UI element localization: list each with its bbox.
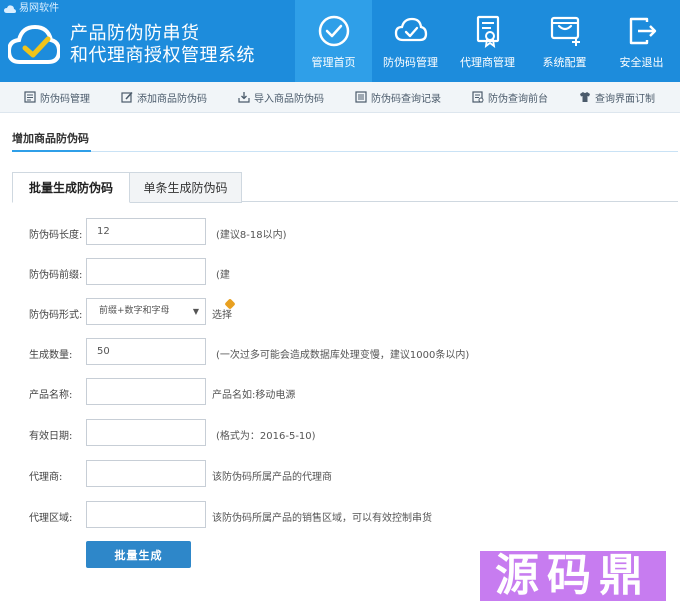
- code-length-label: 防伪码长度:: [29, 230, 83, 241]
- subnav-query-records[interactable]: 防伪码查询记录: [355, 90, 441, 105]
- subnav-ui-customize-label: 查询界面订制: [595, 93, 655, 105]
- tab-bar: 批量生成防伪码 单条生成防伪码: [12, 172, 678, 203]
- nav-logout-label: 安全退出: [619, 56, 664, 69]
- agent-hint: 该防伪码所属产品的代理商: [212, 472, 332, 483]
- subnav-ui-customize[interactable]: 查询界面订制: [579, 90, 655, 105]
- nav-agent-management-label: 代理商管理: [460, 56, 515, 69]
- prefix-input[interactable]: [86, 258, 206, 285]
- main-nav: 管理首页 防伪码管理 代理商管理 系统配置 安全退出: [295, 0, 680, 82]
- frontend-icon: [472, 91, 484, 103]
- region-hint: 该防伪码所属产品的销售区域，可以有效控制串货: [212, 513, 432, 524]
- subnav-add-code-label: 添加商品防伪码: [137, 93, 207, 105]
- subnav-query-frontend-label: 防伪查询前台: [488, 93, 548, 105]
- expiry-date-input[interactable]: [86, 419, 206, 446]
- format-select[interactable]: 前缀+数字和字母 ▼: [86, 298, 206, 325]
- corner-logo: 易网软件: [4, 2, 59, 16]
- nav-logout[interactable]: 安全退出: [603, 0, 680, 82]
- subnav-query-records-label: 防伪码查询记录: [371, 93, 441, 105]
- cloud-icon: [4, 4, 16, 13]
- nav-code-management-label: 防伪码管理: [383, 56, 438, 69]
- subnav-code-management-label: 防伪码管理: [40, 93, 90, 105]
- prefix-label: 防伪码前缀:: [29, 270, 83, 281]
- shirt-icon: [580, 92, 590, 102]
- subnav-code-management[interactable]: 防伪码管理: [24, 90, 90, 105]
- subnav-import-code[interactable]: 导入商品防伪码: [238, 90, 324, 105]
- section-header: 增加商品防伪码: [12, 126, 678, 152]
- row-expiry-date: 有效日期: (格式为：2016-5-10): [0, 419, 680, 449]
- product-name-input[interactable]: [86, 378, 206, 405]
- row-product-name: 产品名称: 产品名如:移动电源: [0, 378, 680, 408]
- check-circle-icon: [318, 15, 349, 47]
- nav-agent-management[interactable]: 代理商管理: [449, 0, 526, 82]
- product-name-label: 产品名称:: [29, 390, 73, 401]
- quantity-label: 生成数量:: [29, 350, 73, 361]
- nav-system-config[interactable]: 系统配置: [526, 0, 603, 82]
- app-title-line1: 产品防伪防串货: [70, 23, 200, 44]
- sub-nav: 防伪码管理 添加商品防伪码 导入商品防伪码 防伪码查询记录 防伪查询前台 查询界…: [0, 82, 680, 113]
- prefix-hint: (建: [216, 270, 230, 281]
- format-label: 防伪码形式:: [29, 310, 83, 321]
- batch-generate-button[interactable]: 批量生成: [86, 541, 191, 568]
- section-title: 增加商品防伪码: [12, 126, 91, 152]
- region-label: 代理区域:: [29, 513, 73, 524]
- cloud-check-icon: [394, 17, 427, 42]
- nav-home[interactable]: 管理首页: [295, 0, 372, 82]
- monitor-config-icon: [550, 16, 580, 46]
- certificate-icon: [476, 15, 499, 48]
- row-agent: 代理商: 该防伪码所属产品的代理商: [0, 460, 680, 490]
- dropdown-arrow-icon: ▼: [192, 307, 199, 316]
- tab-batch-generate[interactable]: 批量生成防伪码: [12, 172, 130, 203]
- quantity-input[interactable]: [86, 338, 206, 365]
- subnav-import-code-label: 导入商品防伪码: [254, 93, 324, 105]
- nav-system-config-label: 系统配置: [542, 56, 587, 69]
- agent-input[interactable]: [86, 460, 206, 487]
- app-header: 易网软件 产品防伪防串货 和代理商授权管理系统 管理首页 防伪码管理 代理商管理…: [0, 0, 680, 82]
- list-icon: [24, 91, 36, 103]
- subnav-add-code[interactable]: 添加商品防伪码: [121, 90, 207, 105]
- row-region: 代理区域: 该防伪码所属产品的销售区域，可以有效控制串货: [0, 501, 680, 531]
- row-code-length: 防伪码长度: (建议8-18以内): [0, 218, 680, 248]
- row-format: 防伪码形式: 前缀+数字和字母 ▼ 选择: [0, 298, 680, 328]
- format-selected-value: 前缀+数字和字母: [99, 306, 170, 316]
- nav-home-label: 管理首页: [311, 56, 356, 69]
- tab-single-generate[interactable]: 单条生成防伪码: [130, 172, 242, 203]
- record-icon: [355, 91, 367, 103]
- logout-icon: [629, 17, 656, 45]
- edit-icon: [121, 91, 133, 103]
- code-length-hint: (建议8-18以内): [216, 230, 287, 241]
- blurred-region: [236, 256, 290, 322]
- quantity-hint: (一次过多可能会造成数据库处理变慢，建议1000条以内): [216, 350, 470, 361]
- import-icon: [238, 92, 250, 103]
- nav-code-management[interactable]: 防伪码管理: [372, 0, 449, 82]
- expiry-date-hint: (格式为：2016-5-10): [216, 431, 316, 442]
- expiry-date-label: 有效日期:: [29, 431, 73, 442]
- brand: 产品防伪防串货 和代理商授权管理系统: [8, 22, 255, 68]
- agent-label: 代理商:: [29, 472, 63, 483]
- row-quantity: 生成数量: (一次过多可能会造成数据库处理变慢，建议1000条以内): [0, 338, 680, 368]
- app-title-line2: 和代理商授权管理系统: [70, 45, 255, 66]
- code-length-input[interactable]: [86, 218, 206, 245]
- row-prefix: 防伪码前缀: (建: [0, 258, 680, 288]
- cloud-check-logo-icon: [8, 24, 60, 64]
- region-input[interactable]: [86, 501, 206, 528]
- app-title: 产品防伪防串货 和代理商授权管理系统: [70, 23, 255, 67]
- watermark-text: 源码鼎: [495, 550, 651, 601]
- watermark: 源码鼎: [480, 551, 666, 601]
- product-name-hint: 产品名如:移动电源: [212, 390, 296, 401]
- corner-label: 易网软件: [19, 3, 59, 14]
- subnav-query-frontend[interactable]: 防伪查询前台: [472, 90, 548, 105]
